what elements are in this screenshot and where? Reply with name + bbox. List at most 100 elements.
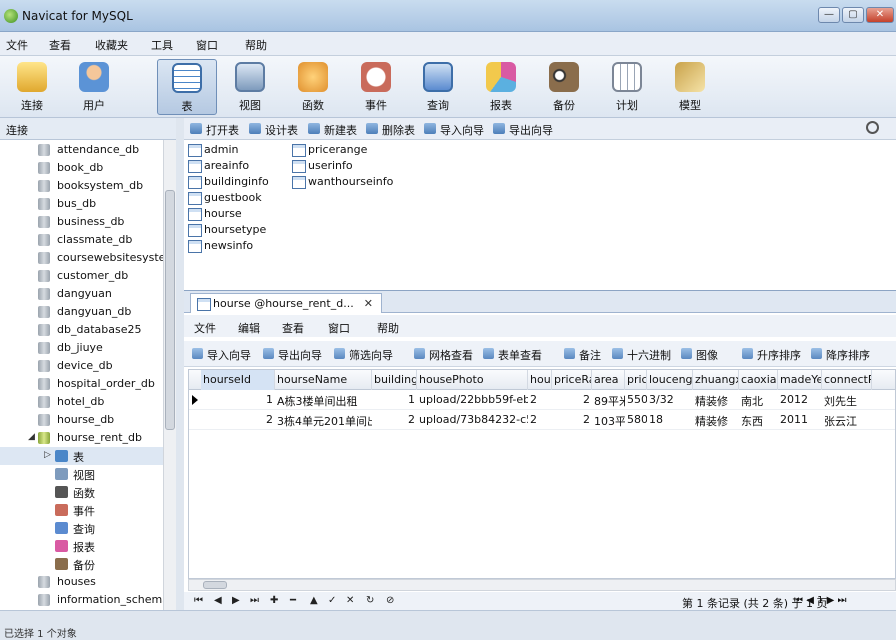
toolbar-view-button[interactable]: 视图 (220, 59, 280, 115)
toolbar-report-button[interactable]: 报表 (471, 59, 531, 115)
table-cell[interactable]: 89平米 (592, 390, 625, 410)
cancel-edit-icon[interactable]: ✕ (346, 595, 354, 606)
grid-view-button[interactable]: 网格查看 (414, 347, 473, 363)
import-wizard-button[interactable]: 导入向导 (424, 122, 484, 138)
column-header[interactable]: madeYea (778, 370, 822, 390)
table-cell[interactable]: 580 (625, 410, 647, 430)
table-cell[interactable]: 2 (552, 390, 592, 410)
table-cell[interactable]: 刘先生 (822, 390, 872, 410)
new-table-button[interactable]: 新建表 (308, 122, 357, 138)
column-header[interactable]: building (372, 370, 417, 390)
panel-splitter[interactable] (176, 118, 184, 610)
next-record-icon[interactable]: ▶ (232, 595, 240, 606)
column-header[interactable]: hourseName (275, 370, 372, 390)
tree-scrollbar-thumb[interactable] (165, 190, 175, 430)
tree-db-item[interactable]: booksystem_db (0, 177, 176, 195)
inner-menu-view[interactable]: 查看 (282, 320, 304, 336)
tree-child-item[interactable]: 备份 (0, 555, 176, 573)
table-cell[interactable]: 2 (552, 410, 592, 430)
toolbar-query-button[interactable]: 查询 (408, 59, 468, 115)
tree-db-item[interactable]: information_schema (0, 591, 176, 609)
table-row[interactable]: 23栋4单元201单间出2upload/73b84232-c522103平米58… (189, 410, 895, 430)
tree-db-item[interactable]: hospital_order_db (0, 375, 176, 393)
stop-icon[interactable]: ⊘ (386, 595, 394, 606)
table-cell[interactable]: A栋3楼单间出租 (275, 390, 372, 410)
search-icon[interactable] (866, 121, 879, 134)
tree-db-item[interactable]: device_db (0, 357, 176, 375)
tree-expand-icon[interactable]: ◢ (28, 432, 35, 442)
table-cell[interactable]: upload/22bbb59f-eb (417, 390, 528, 410)
tree-db-item[interactable]: customer_db (0, 267, 176, 285)
tree-db-item[interactable]: houses (0, 573, 176, 591)
table-cell[interactable]: 东西 (739, 410, 778, 430)
tree-db-item[interactable]: dangyuan (0, 285, 176, 303)
page-number[interactable]: 1 (817, 595, 823, 606)
toolbar-schedule-button[interactable]: 计划 (597, 59, 657, 115)
image-button[interactable]: 图像 (681, 347, 718, 363)
menu-tools[interactable]: 工具 (151, 37, 173, 53)
table-item[interactable]: guestbook (186, 191, 262, 205)
tree-child-item[interactable]: 函数 (0, 483, 176, 501)
hex-button[interactable]: 十六进制 (612, 347, 671, 363)
tab-hourse[interactable]: hourse @hourse_rent_d... ✕ (190, 293, 382, 313)
menu-window[interactable]: 窗口 (196, 37, 218, 53)
memo-button[interactable]: 备注 (564, 347, 601, 363)
tree-db-item[interactable]: db_jiuye (0, 339, 176, 357)
tab-close-icon[interactable]: ✕ (364, 297, 373, 310)
inner-menu-file[interactable]: 文件 (194, 320, 216, 336)
grid-scrollbar-thumb[interactable] (203, 581, 227, 589)
table-item[interactable]: pricerange (290, 143, 367, 157)
inner-menu-help[interactable]: 帮助 (377, 320, 399, 336)
tree-db-item[interactable]: classmate_db (0, 231, 176, 249)
table-item[interactable]: buildinginfo (186, 175, 269, 189)
sort-descending-button[interactable]: 降序排序 (811, 347, 870, 363)
table-cell[interactable]: 1 (201, 390, 275, 410)
tree-child-item[interactable]: 查询 (0, 519, 176, 537)
table-cell[interactable]: 1 (372, 390, 417, 410)
last-page-icon[interactable]: ⏭ (838, 595, 847, 606)
close-button[interactable]: ✕ (866, 7, 894, 23)
column-header[interactable]: hourseId (201, 370, 275, 390)
table-cell[interactable]: 18 (647, 410, 693, 430)
table-item[interactable]: areainfo (186, 159, 249, 173)
tree-db-item[interactable]: dangyuan_db (0, 303, 176, 321)
open-table-button[interactable]: 打开表 (190, 122, 239, 138)
table-cell[interactable]: 南北 (739, 390, 778, 410)
inner-menu-edit[interactable]: 编辑 (238, 320, 260, 336)
add-record-icon[interactable]: ✚ (270, 595, 278, 606)
toolbar-event-button[interactable]: 事件 (346, 59, 406, 115)
prev-page-icon[interactable]: ◀ (806, 595, 814, 606)
prev-record-icon[interactable]: ◀ (214, 595, 222, 606)
table-cell[interactable]: 2 (372, 410, 417, 430)
form-view-button[interactable]: 表单查看 (483, 347, 542, 363)
tree-child-item[interactable]: 报表 (0, 537, 176, 555)
delete-record-icon[interactable]: ━ (290, 595, 296, 606)
filter-wizard-button[interactable]: 筛选向导 (334, 347, 393, 363)
maximize-button[interactable]: ▢ (842, 7, 864, 23)
apply-icon[interactable]: ✓ (328, 595, 336, 606)
table-cell[interactable]: 3栋4单元201单间出 (275, 410, 372, 430)
tree-db-item[interactable]: hotel_db (0, 393, 176, 411)
table-cell[interactable]: 3/32 (647, 390, 693, 410)
delete-table-button[interactable]: 删除表 (366, 122, 415, 138)
column-header[interactable]: connectP (822, 370, 872, 390)
up-icon[interactable]: ▲ (310, 595, 318, 606)
minimize-button[interactable]: — (818, 7, 840, 23)
refresh-icon[interactable]: ↻ (366, 595, 374, 606)
tree-db-item[interactable]: hourse_db (0, 411, 176, 429)
first-record-icon[interactable]: ⏮ (194, 595, 203, 606)
inner-export-wizard-button[interactable]: 导出向导 (263, 347, 322, 363)
tree-db-item[interactable]: ◢ hourse_rent_db (0, 429, 176, 447)
inner-menu-window[interactable]: 窗口 (328, 320, 350, 336)
table-item[interactable]: wanthourseinfo (290, 175, 393, 189)
table-cell[interactable]: 550 (625, 390, 647, 410)
table-cell[interactable]: 精装修 (693, 390, 739, 410)
grid-horizontal-scrollbar[interactable] (188, 579, 896, 591)
column-header[interactable]: housePhoto (417, 370, 528, 390)
menu-favorites[interactable]: 收藏夹 (95, 37, 128, 53)
toolbar-connection-button[interactable]: 连接 (2, 59, 62, 115)
inner-import-wizard-button[interactable]: 导入向导 (192, 347, 251, 363)
table-cell[interactable]: 103平米 (592, 410, 625, 430)
tree-db-item[interactable]: coursewebsitesystem (0, 249, 176, 267)
table-item[interactable]: admin (186, 143, 238, 157)
